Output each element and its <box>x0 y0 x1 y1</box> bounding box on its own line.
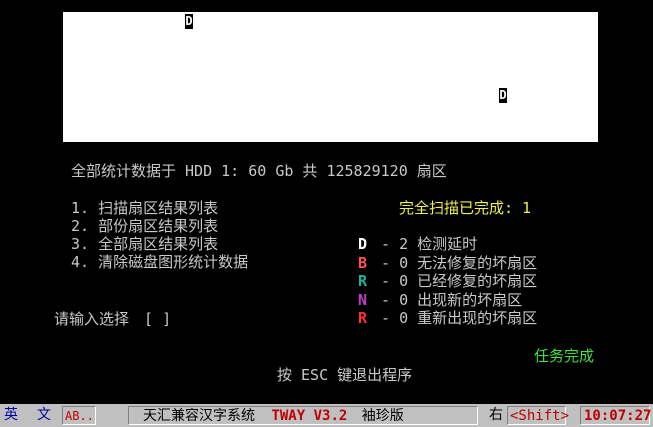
legend-count: 0 <box>399 272 409 290</box>
legend-dash: - <box>381 272 391 290</box>
menu-item-partial-results[interactable]: 2. 部份扇区结果列表 <box>71 217 248 235</box>
legend-dash: - <box>381 309 391 327</box>
ab-mode-indicator[interactable]: AB.. <box>62 406 96 425</box>
scan-complete-status: 完全扫描已完成: 1 <box>399 199 532 217</box>
legend: D - 2 检测延时 B - 0 无法修复的坏扇区 R - 0 已经修复的坏扇区… <box>358 235 537 328</box>
system-version: TWAY V3.2 <box>271 408 348 424</box>
legend-symbol: R <box>358 272 368 290</box>
delay-marker: D <box>185 14 193 29</box>
legend-label: 检测延时 <box>417 235 478 253</box>
choice-prompt: 请输入选择 [ ] <box>54 310 171 328</box>
system-title-box: 天汇兼容汉字系统 TWAY V3.2 袖珍版 <box>128 406 478 425</box>
legend-dash: - <box>381 253 391 272</box>
delay-marker: D <box>499 88 507 103</box>
legend-row: R - 0 已经修复的坏扇区 <box>358 272 537 291</box>
menu-item-scan-results[interactable]: 1. 扫描扇区结果列表 <box>71 199 248 217</box>
legend-count: 0 <box>399 309 409 327</box>
menu-item-clear-stats[interactable]: 4. 清除磁盘图形统计数据 <box>71 253 248 271</box>
legend-row: R - 0 重新出现的坏扇区 <box>358 309 537 328</box>
legend-dash: - <box>381 290 391 309</box>
ime-status-bar: 英 文 AB.. 天汇兼容汉字系统 TWAY V3.2 袖珍版 右 <Shift… <box>0 404 653 427</box>
disk-surface-map: D D <box>63 12 598 142</box>
legend-row: D - 2 检测延时 <box>358 235 537 254</box>
legend-label: 已经修复的坏扇区 <box>417 272 538 290</box>
clock: 10:07:27 <box>580 406 651 425</box>
legend-label: 无法修复的坏扇区 <box>417 253 538 272</box>
exit-hint: 按 ESC 键退出程序 <box>277 366 413 384</box>
disk-summary: 全部统计数据于 HDD 1: 60 Gb 共 125829120 扇区 <box>71 162 447 180</box>
main-menu: 1. 扫描扇区结果列表 2. 部份扇区结果列表 3. 全部扇区结果列表 4. 清… <box>71 199 248 271</box>
task-complete-status: 任务完成 <box>534 347 595 365</box>
legend-symbol: B <box>358 253 368 272</box>
legend-count: 0 <box>399 290 409 309</box>
legend-symbol: N <box>358 290 368 309</box>
menu-item-all-results[interactable]: 3. 全部扇区结果列表 <box>71 235 248 253</box>
ime-en-indicator[interactable]: 英 <box>4 406 18 425</box>
legend-label: 重新出现的坏扇区 <box>417 309 538 327</box>
legend-row: B - 0 无法修复的坏扇区 <box>358 254 537 273</box>
legend-count: 0 <box>399 253 409 272</box>
legend-dash: - <box>381 235 391 253</box>
system-edition: 袖珍版 <box>361 408 404 424</box>
shift-indicator: <Shift> <box>507 406 569 425</box>
right-indicator: 右 <box>489 407 503 423</box>
choice-input[interactable]: [ ] <box>144 310 171 328</box>
legend-label: 出现新的坏扇区 <box>417 290 523 309</box>
choice-prompt-label: 请输入选择 <box>54 310 130 328</box>
legend-row: N - 0 出现新的坏扇区 <box>358 291 537 310</box>
ime-text-indicator[interactable]: 文 <box>37 406 51 425</box>
legend-symbol: D <box>358 235 368 253</box>
system-name: 天汇兼容汉字系统 <box>143 408 255 424</box>
legend-symbol: R <box>358 309 368 327</box>
legend-count: 2 <box>399 235 409 253</box>
